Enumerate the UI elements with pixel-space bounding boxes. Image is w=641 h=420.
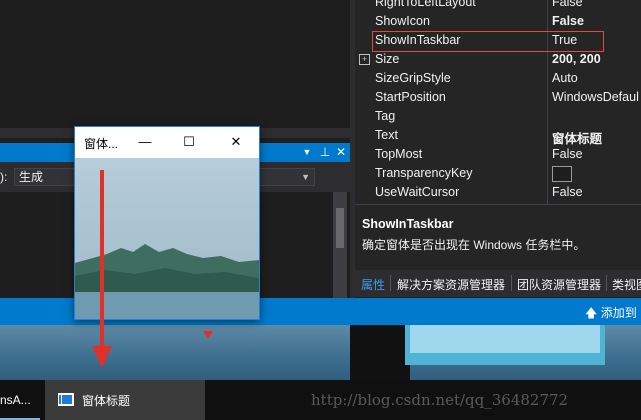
scrollbar-thumb[interactable] — [336, 208, 344, 248]
annotation-marker — [203, 331, 213, 339]
tab-solution-explorer[interactable]: 解决方案资源管理器 — [397, 276, 505, 293]
taskbar-item-app[interactable]: nsA... — [0, 380, 44, 420]
maximize-button[interactable]: ☐ — [166, 127, 212, 157]
description-text: 确定窗体是否出现在 Windows 任务栏中。 — [362, 238, 586, 252]
color-swatch[interactable] — [552, 166, 572, 182]
dropdown-icon[interactable]: ▼ — [300, 144, 314, 160]
description-title: ShowInTaskbar — [362, 217, 454, 231]
property-name: TransparencyKey — [375, 166, 473, 180]
form-window-title: 窗体... — [84, 137, 119, 151]
property-value[interactable]: WindowsDefaul — [552, 90, 641, 104]
taskbar-item-form[interactable]: 窗体标题 — [45, 380, 205, 420]
desktop-background — [350, 325, 410, 380]
property-name: RightToLeftLayout — [375, 0, 476, 9]
expand-icon[interactable]: + — [359, 54, 370, 65]
column-divider — [547, 126, 548, 145]
minimize-button[interactable]: — — [122, 127, 168, 157]
output-source-label: ): — [0, 170, 8, 184]
add-to-source-control[interactable]: 🡅 添加到 — [585, 304, 637, 325]
column-divider — [547, 0, 548, 12]
add-to-label: 添加到 — [600, 306, 637, 320]
chevron-down-icon: ▼ — [301, 172, 310, 182]
desktop-background — [410, 325, 600, 353]
tab-properties[interactable]: 属性 — [361, 276, 385, 293]
column-divider — [547, 88, 548, 107]
tab-divider — [390, 275, 391, 291]
column-divider — [547, 183, 548, 202]
property-name: SizeGripStyle — [375, 71, 451, 85]
column-divider — [547, 164, 548, 183]
property-value[interactable]: False — [552, 147, 641, 161]
property-row-topmost[interactable]: TopMost False — [355, 145, 641, 164]
pin-icon[interactable]: ⊥ — [318, 144, 332, 160]
column-divider — [547, 69, 548, 88]
taskbar-form-label: 窗体标题 — [82, 394, 131, 408]
property-value[interactable]: 200, 200 — [552, 52, 641, 66]
property-row-sizegripstyle[interactable]: SizeGripStyle Auto — [355, 69, 641, 88]
arrow-up-icon: 🡅 — [585, 306, 598, 320]
column-divider — [547, 50, 548, 69]
editor-area — [0, 0, 355, 137]
tab-divider — [511, 275, 512, 291]
property-name: TopMost — [375, 147, 423, 161]
property-value[interactable]: False — [552, 0, 641, 9]
watermark: http://blog.csdn.net/qq_36482772 — [311, 391, 569, 409]
close-icon[interactable]: ✕ — [334, 144, 348, 160]
property-row-startposition[interactable]: StartPosition WindowsDefaul — [355, 88, 641, 107]
output-source-value: 生成 — [19, 170, 44, 184]
property-name: Tag — [375, 109, 396, 123]
property-row-size[interactable]: + Size 200, 200 — [355, 50, 641, 69]
property-name: Size — [375, 52, 400, 66]
close-button[interactable]: ✕ — [213, 127, 259, 157]
property-name: StartPosition — [375, 90, 446, 104]
window-app-icon — [58, 393, 74, 406]
taskbar-app-label: nsA... — [0, 393, 31, 407]
annotation-arrow — [92, 170, 112, 368]
property-value[interactable]: False — [552, 14, 641, 28]
highlight-box — [372, 31, 604, 52]
property-name: Text — [375, 128, 398, 142]
property-row-usewaitcursor[interactable]: UseWaitCursor False — [355, 183, 641, 202]
tab-team-explorer[interactable]: 团队资源管理器 — [517, 276, 601, 293]
property-row-transparencykey[interactable]: TransparencyKey — [355, 164, 641, 183]
property-row-righttoleftlayout[interactable]: RightToLeftLayout False — [355, 0, 641, 12]
property-value[interactable]: False — [552, 185, 641, 199]
property-name: ShowIcon — [375, 14, 430, 28]
property-value[interactable]: Auto — [552, 71, 641, 85]
output-scrollbar[interactable] — [333, 192, 347, 298]
tab-divider — [606, 275, 607, 291]
column-divider — [547, 107, 548, 126]
property-row-showicon[interactable]: ShowIcon False — [355, 12, 641, 31]
tab-class-view[interactable]: 类视图 — [612, 276, 641, 293]
property-name: UseWaitCursor — [375, 185, 460, 199]
property-row-tag[interactable]: Tag — [355, 107, 641, 126]
column-divider — [547, 12, 548, 31]
property-row-text[interactable]: Text 窗体标题 — [355, 126, 641, 146]
column-divider — [547, 145, 548, 164]
